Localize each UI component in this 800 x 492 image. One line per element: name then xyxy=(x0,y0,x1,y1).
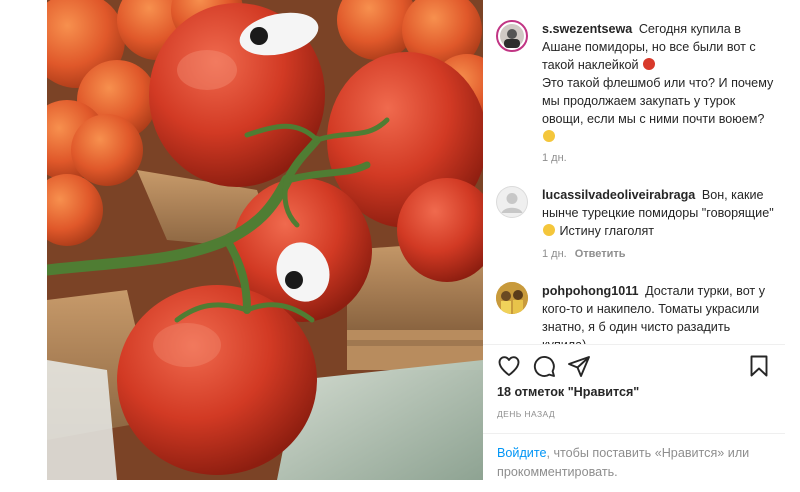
bookmark-icon[interactable] xyxy=(747,354,773,380)
comment: lucassilvadeoliveirabraga Вон, какие нын… xyxy=(496,186,776,266)
comment-time[interactable]: 1 дн. xyxy=(542,248,567,260)
comments-list[interactable]: s.swezentsewa Сегодня купила в Ашане пом… xyxy=(483,0,785,344)
post-actions: 18 отметок "Нравится" ДЕНЬ НАЗАД Войдите… xyxy=(483,344,785,480)
caption-time[interactable]: 1 дн. xyxy=(542,152,567,164)
comment-icon[interactable] xyxy=(532,354,558,380)
likes-count[interactable]: 18 отметок "Нравится" xyxy=(497,385,639,399)
login-link[interactable]: Войдите xyxy=(497,446,546,460)
post-date[interactable]: ДЕНЬ НАЗАД xyxy=(497,409,555,419)
comment-text-continued: Истину глаголят xyxy=(559,224,655,238)
comment: pohpohong1011 Достали турки, вот у кого-… xyxy=(496,282,776,344)
comment-username[interactable]: pohpohong1011 xyxy=(542,284,639,298)
post-photo[interactable] xyxy=(47,0,483,480)
caption-text-continued: Это такой флешмоб или что? И почему мы п… xyxy=(542,76,774,126)
login-prompt: Войдите, чтобы поставить «Нравится» или … xyxy=(483,433,785,482)
share-icon[interactable] xyxy=(567,354,593,380)
angry-face-icon xyxy=(643,58,656,70)
comment-meta: 1 дн. Ответить xyxy=(542,248,626,260)
reply-button[interactable]: Ответить xyxy=(575,248,626,260)
avatar[interactable] xyxy=(496,282,528,314)
avatar[interactable] xyxy=(496,186,528,218)
comment-body: pohpohong1011 Достали турки, вот у кого-… xyxy=(542,282,774,344)
caption-meta: 1 дн. xyxy=(542,152,567,164)
laughing-face-icon xyxy=(543,224,555,236)
comment-username[interactable]: lucassilvadeoliveirabraga xyxy=(542,188,695,202)
caption-username[interactable]: s.swezentsewa xyxy=(542,22,632,36)
comment-body: lucassilvadeoliveirabraga Вон, какие нын… xyxy=(542,186,774,240)
avatar[interactable] xyxy=(496,20,528,52)
heart-icon[interactable] xyxy=(497,354,523,380)
post-details-pane: s.swezentsewa Сегодня купила в Ашане пом… xyxy=(483,0,785,480)
caption: s.swezentsewa Сегодня купила в Ашане пом… xyxy=(496,20,776,170)
instagram-post: s.swezentsewa Сегодня купила в Ашане пом… xyxy=(47,0,785,480)
tomatoes-image xyxy=(47,0,483,480)
thinking-face-icon xyxy=(543,130,555,142)
caption-body: s.swezentsewa Сегодня купила в Ашане пом… xyxy=(542,20,774,146)
